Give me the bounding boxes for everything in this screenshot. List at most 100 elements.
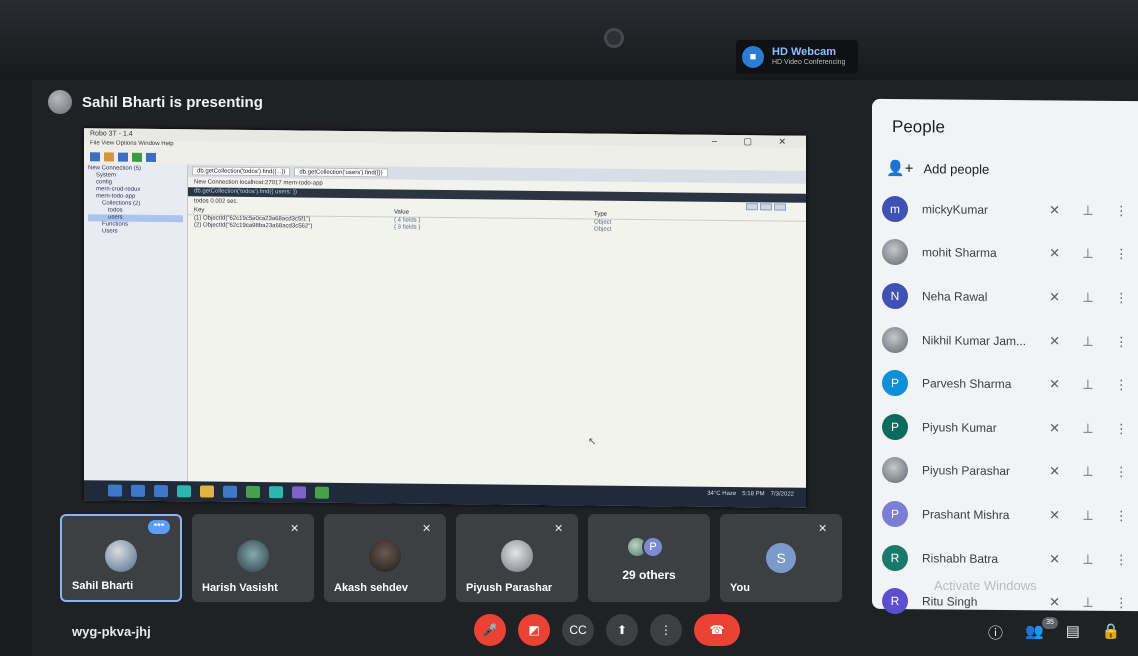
- participant-name: Parvesh Sharma: [922, 376, 1012, 392]
- others-avatars: P: [626, 536, 664, 558]
- pin-icon[interactable]: ⊥: [1071, 464, 1104, 480]
- mic-toggle-button[interactable]: 🎤: [474, 614, 506, 646]
- connect-icon: [90, 151, 100, 161]
- more-options-icon[interactable]: ⋮: [1105, 377, 1138, 393]
- tile-piyush-parashar[interactable]: ✕ Piyush Parashar: [456, 514, 578, 602]
- more-options-icon[interactable]: ⋮: [1105, 290, 1138, 306]
- app-icon: [269, 486, 283, 499]
- participant-row: Piyush Parashar ✕ ⊥ ⋮: [882, 448, 1138, 494]
- query-tab: db.getCollection('todos').find({...}): [192, 166, 291, 177]
- avatar: P: [882, 413, 908, 440]
- laptop-camera: [604, 28, 624, 48]
- more-options-icon[interactable]: ⋮: [1105, 464, 1138, 480]
- host-controls-icon[interactable]: 🔒: [1102, 622, 1121, 643]
- participant-row: P Piyush Kumar ✕ ⊥ ⋮: [882, 405, 1138, 451]
- presenter-avatar: [48, 90, 72, 114]
- row-value: { 3 fields }: [394, 224, 421, 231]
- present-button[interactable]: ⬆: [606, 614, 638, 646]
- more-options-icon[interactable]: ⋮: [1105, 508, 1138, 524]
- add-person-icon: 👤+: [886, 159, 914, 178]
- people-list: m mickyKumar ✕ ⊥ ⋮ mohit Sharma ✕ ⊥ ⋮ N Neha Rawal…: [882, 187, 1138, 625]
- avatar: [369, 540, 401, 573]
- tile-name: Piyush Parashar: [466, 582, 553, 594]
- tile-you[interactable]: ✕ S You: [720, 514, 842, 602]
- tile-name: Harish Vasisht: [202, 582, 278, 594]
- more-options-icon[interactable]: ⋮: [1105, 203, 1138, 219]
- avatar: R: [882, 544, 908, 571]
- participant-name: Piyush Parashar: [922, 463, 1011, 479]
- save-icon: [118, 152, 128, 162]
- camera-toggle-button[interactable]: ◩: [518, 614, 550, 646]
- laptop-bezel: ■ HD Webcam HD Video Conferencing: [0, 0, 1138, 80]
- window-controls: – ▢ ✕: [711, 135, 798, 147]
- pin-icon[interactable]: ⊥: [1071, 508, 1104, 524]
- system-tray: 34°C Haze 5:18 PM 7/3/2022: [707, 491, 794, 498]
- captions-button[interactable]: CC: [562, 614, 594, 646]
- result-header-text: todos 0.002 sec.: [194, 198, 239, 205]
- avatar: [882, 457, 908, 484]
- mic-off-icon: ✕: [422, 523, 432, 535]
- pin-icon[interactable]: ⊥: [1071, 202, 1104, 218]
- tile-harish-vasisht[interactable]: ✕ Harish Vasisht: [192, 514, 314, 602]
- people-icon[interactable]: 👥: [1025, 622, 1044, 643]
- open-icon: [104, 151, 114, 162]
- more-options-icon[interactable]: ⋮: [1105, 421, 1138, 437]
- call-controls: 🎤 ◩ CC ⬆ ⋮ ☎: [474, 614, 740, 646]
- avatar: [882, 326, 908, 353]
- search-icon: [131, 484, 145, 497]
- mic-off-icon: ✕: [1049, 202, 1060, 218]
- pin-icon[interactable]: ⊥: [1071, 333, 1104, 349]
- tile-sahil-bharti[interactable]: ••• Sahil Bharti: [60, 514, 182, 602]
- leave-call-button[interactable]: ☎: [694, 614, 740, 646]
- pin-icon[interactable]: ⊥: [1071, 377, 1104, 393]
- participant-name: Rishabh Batra: [922, 550, 999, 566]
- tile-name: You: [730, 582, 750, 594]
- mic-off-icon: ✕: [1049, 420, 1060, 436]
- mic-off-icon: ✕: [818, 523, 828, 535]
- pin-icon[interactable]: ⊥: [1071, 246, 1104, 262]
- start-icon: [108, 484, 122, 497]
- pin-icon[interactable]: ⊥: [1071, 420, 1104, 436]
- tile-akash-sehdev[interactable]: ✕ Akash sehdev: [324, 514, 446, 602]
- add-people-button[interactable]: 👤+ Add people: [886, 159, 989, 178]
- tree-item: Users: [102, 228, 118, 235]
- avatar: [237, 540, 269, 573]
- store-icon: [223, 485, 237, 498]
- pin-icon[interactable]: ⊥: [1071, 290, 1104, 306]
- pager-field: [746, 203, 758, 211]
- more-options-icon[interactable]: ⋮: [1105, 246, 1138, 262]
- chat-icon[interactable]: ▤: [1066, 622, 1080, 643]
- presenter-label: Sahil Bharti is presenting: [82, 93, 263, 111]
- participant-name: mohit Sharma: [922, 245, 997, 261]
- mic-off-icon: ✕: [1049, 594, 1060, 610]
- webcam-subtitle: HD Video Conferencing: [772, 59, 846, 66]
- more-options-icon[interactable]: ⋮: [1105, 595, 1138, 611]
- more-options-button[interactable]: ⋮: [650, 614, 682, 646]
- query-tab: db.getCollection('users').find({}): [294, 167, 388, 178]
- webcam-sticker: ■ HD Webcam HD Video Conferencing: [736, 40, 858, 74]
- tree-item: Collections (2): [102, 200, 141, 207]
- participant-name: mickyKumar: [922, 202, 989, 217]
- avatar: P: [882, 370, 908, 397]
- more-options-icon[interactable]: ⋮: [1105, 333, 1138, 349]
- webcam-icon: ■: [742, 46, 764, 68]
- mouse-cursor-icon: ↖: [588, 436, 597, 448]
- vscode-icon: [292, 486, 306, 499]
- pin-icon[interactable]: ⊥: [1071, 551, 1104, 567]
- meeting-info-icon[interactable]: ⓘ: [988, 622, 1003, 643]
- robo3t-icon: [315, 486, 329, 499]
- pin-icon[interactable]: ⊥: [1071, 595, 1104, 611]
- participant-row: mohit Sharma ✕ ⊥ ⋮: [882, 231, 1138, 277]
- mic-off-icon: ✕: [1049, 463, 1060, 479]
- tile-menu-button[interactable]: •••: [148, 520, 170, 534]
- avatar: [501, 540, 533, 573]
- more-options-icon[interactable]: ⋮: [1105, 551, 1138, 567]
- mic-off-icon: ✕: [1049, 245, 1060, 261]
- shared-screen[interactable]: Robo 3T - 1.4 – ▢ ✕ File View Options Wi…: [84, 128, 806, 508]
- tile-others[interactable]: P 29 others: [588, 514, 710, 602]
- col-type: Type: [594, 211, 608, 218]
- meeting-code: wyg-pkva-jhj: [72, 624, 151, 639]
- avatar: m: [882, 195, 908, 222]
- taskview-icon: [154, 484, 168, 498]
- participant-name: Neha Rawal: [922, 289, 988, 304]
